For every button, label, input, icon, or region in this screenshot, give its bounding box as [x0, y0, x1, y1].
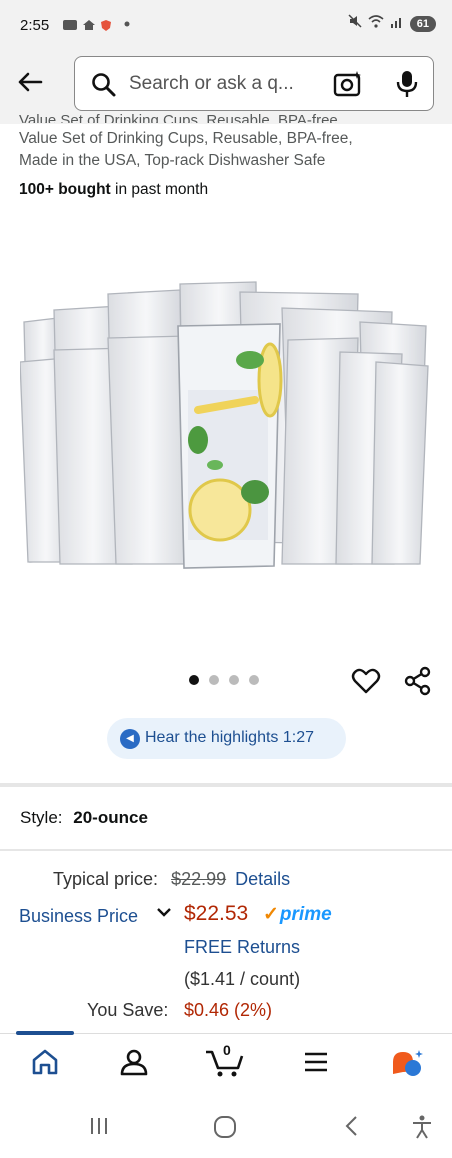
pagination-dot[interactable]	[189, 675, 199, 685]
home-app-icon	[82, 19, 96, 33]
product-title-cut-line: Value Set of Drinking Cups, Reusable, BP…	[19, 112, 342, 123]
search-icon	[91, 72, 117, 103]
product-title[interactable]: Value Set of Drinking Cups, Reusable, BP…	[19, 128, 419, 172]
image-pagination[interactable]	[189, 675, 259, 685]
typical-price-label: Typical price:	[53, 869, 159, 889]
price-per-count: ($1.41 / count)	[184, 969, 301, 989]
notification-dot-icon	[124, 19, 130, 29]
typical-price-row: Typical price: $22.99 Details	[53, 869, 290, 890]
system-back-icon[interactable]	[341, 1115, 363, 1142]
shield-app-icon	[100, 19, 112, 34]
chevron-down-icon[interactable]	[155, 903, 173, 926]
bought-count: 100+ bought in past month	[19, 181, 208, 199]
style-value: 20-ounce	[73, 808, 148, 827]
bought-count-rest: in past month	[115, 181, 209, 198]
hear-highlights-button[interactable]: ◀ Hear the highlights 1:27	[107, 718, 346, 759]
mute-icon	[348, 14, 362, 33]
wifi-icon	[368, 14, 384, 33]
system-navigation-bar	[0, 1095, 452, 1158]
you-save-label: You Save:	[87, 1000, 169, 1020]
home-icon[interactable]	[31, 1048, 59, 1081]
free-returns-link[interactable]: FREE Returns	[184, 937, 300, 958]
status-bar: 2:55 61	[0, 0, 452, 46]
menu-icon[interactable]	[302, 1048, 330, 1081]
business-price-dropdown[interactable]: Business Price	[19, 906, 138, 927]
share-icon[interactable]	[403, 666, 433, 701]
product-image[interactable]	[19, 270, 432, 580]
prime-check-icon: ✓	[263, 904, 279, 925]
product-title-line: Value Set of Drinking Cups, Reusable, BP…	[19, 130, 353, 147]
search-input[interactable]: Search or ask a q...	[129, 73, 294, 95]
ring-app-icon	[63, 19, 77, 33]
active-tab-indicator	[16, 1031, 74, 1035]
section-divider	[0, 849, 452, 851]
account-icon[interactable]	[120, 1048, 148, 1081]
prime-label: prime	[279, 904, 332, 925]
current-price: $22.53	[184, 902, 249, 925]
cart-count-badge: 0	[223, 1042, 231, 1058]
hear-highlights-label: Hear the highlights 1:27	[145, 729, 314, 746]
section-divider	[0, 783, 452, 787]
home-button-icon[interactable]	[213, 1115, 237, 1144]
rufus-assistant-icon[interactable]	[389, 1048, 423, 1083]
pagination-dot[interactable]	[249, 675, 259, 685]
microphone-icon[interactable]	[395, 70, 419, 103]
details-link[interactable]: Details	[235, 869, 290, 889]
product-title-line: Made in the USA, Top-rack Dishwasher Saf…	[19, 152, 326, 169]
style-selector[interactable]: Style: 20-ounce	[20, 808, 148, 828]
battery-indicator: 61	[409, 15, 436, 32]
signal-icon	[390, 15, 404, 33]
status-time: 2:55	[20, 17, 50, 34]
bought-count-bold: 100+ bought	[19, 181, 111, 198]
accessibility-icon[interactable]	[411, 1115, 433, 1144]
style-label: Style:	[20, 808, 63, 827]
heart-icon[interactable]	[351, 666, 381, 701]
prime-badge: ✓prime	[263, 903, 332, 926]
you-save-value: $0.46 (2%)	[184, 1000, 273, 1020]
search-bar[interactable]: Search or ask a q...	[74, 56, 434, 111]
pagination-dot[interactable]	[229, 675, 239, 685]
camera-search-icon[interactable]	[333, 69, 363, 104]
recent-apps-icon[interactable]	[88, 1115, 110, 1142]
back-arrow-icon[interactable]	[14, 66, 46, 98]
typical-price-value: $22.99	[171, 869, 227, 889]
pagination-dot[interactable]	[209, 675, 219, 685]
audio-play-icon: ◀	[120, 729, 140, 749]
